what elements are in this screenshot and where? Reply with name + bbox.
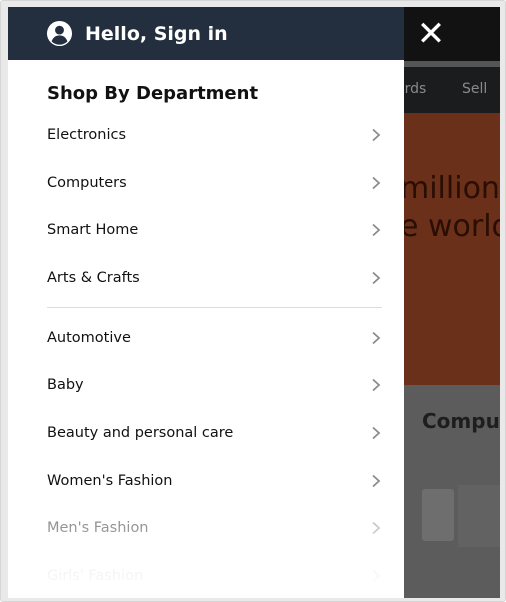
sign-in-header[interactable]: Hello, Sign in	[8, 7, 404, 60]
hero-text-line: million	[400, 171, 500, 206]
chevron-right-icon	[372, 224, 381, 237]
menu-item-label: Computers	[47, 174, 127, 191]
chevron-right-icon	[372, 569, 381, 583]
chevron-right-icon	[372, 176, 381, 189]
menu-item-label: Girls' Fashion	[47, 568, 144, 585]
menu-item-label: Arts & Crafts	[47, 269, 140, 286]
background-product-image	[458, 485, 500, 547]
hero-text-line: e world	[400, 209, 500, 244]
background-product-image	[422, 489, 454, 541]
background-nav-item: Sell	[462, 81, 488, 97]
app-viewport: ards Sell million e world Compu ✕ Hello,…	[8, 7, 500, 598]
background-card-title: Compu	[422, 409, 500, 433]
close-icon[interactable]: ✕	[412, 15, 450, 53]
menu-item-girls-fashion[interactable]: Girls' Fashion	[8, 552, 404, 598]
menu-item-computers[interactable]: Computers	[8, 159, 404, 207]
menu-item-smart-home[interactable]: Smart Home	[8, 206, 404, 254]
menu-item-womens-fashion[interactable]: Women's Fashion	[8, 457, 404, 505]
screenshot-frame: ards Sell million e world Compu ✕ Hello,…	[0, 0, 506, 602]
department-menu: Electronics Computers Smart Home Arts & …	[8, 111, 404, 598]
chevron-right-icon	[372, 474, 381, 487]
menu-item-label: Automotive	[47, 329, 131, 346]
menu-item-label: Smart Home	[47, 222, 139, 239]
menu-item-electronics[interactable]: Electronics	[8, 111, 404, 159]
menu-item-label: Women's Fashion	[47, 472, 173, 489]
section-title: Shop By Department	[47, 83, 259, 104]
menu-item-label: Baby	[47, 377, 84, 394]
menu-item-beauty[interactable]: Beauty and personal care	[8, 409, 404, 457]
chevron-right-icon	[372, 331, 381, 344]
user-circle-icon	[46, 20, 73, 47]
menu-item-mens-fashion[interactable]: Men's Fashion	[8, 505, 404, 553]
menu-item-automotive[interactable]: Automotive	[8, 314, 404, 362]
menu-item-label: Electronics	[47, 126, 127, 143]
menu-item-baby[interactable]: Baby	[8, 361, 404, 409]
menu-divider	[47, 306, 382, 308]
menu-item-label: Beauty and personal care	[47, 424, 234, 441]
chevron-right-icon	[372, 379, 381, 392]
navigation-drawer: Hello, Sign in Shop By Department Electr…	[8, 7, 404, 598]
chevron-right-icon	[372, 426, 381, 440]
menu-item-arts-crafts[interactable]: Arts & Crafts	[8, 254, 404, 302]
chevron-right-icon	[372, 522, 381, 535]
chevron-right-icon	[372, 128, 381, 142]
background-card: Compu	[404, 385, 500, 598]
menu-item-label: Men's Fashion	[47, 520, 149, 537]
chevron-right-icon	[372, 271, 381, 285]
sign-in-greeting: Hello, Sign in	[85, 22, 228, 45]
